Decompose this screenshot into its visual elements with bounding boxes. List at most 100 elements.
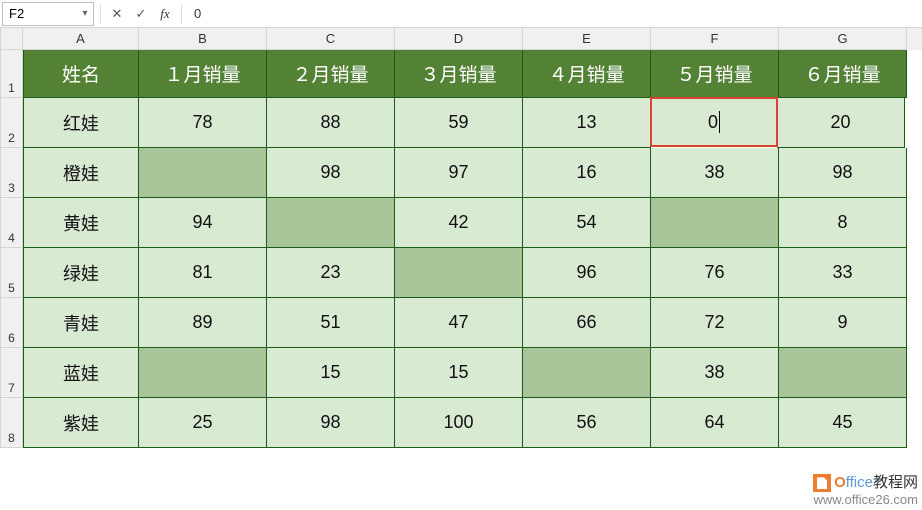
column-header-f[interactable]: F — [651, 28, 779, 50]
cell-f2[interactable]: 0 — [650, 97, 778, 147]
row-header-6[interactable]: 6 — [1, 298, 23, 348]
confirm-button[interactable]: ✓ — [129, 6, 153, 22]
editing-value: 0 — [708, 112, 718, 133]
cell-c7[interactable]: 15 — [267, 348, 395, 398]
cell-g3[interactable]: 98 — [779, 148, 907, 198]
cell-e4[interactable]: 54 — [523, 198, 651, 248]
cell-b6[interactable]: 89 — [139, 298, 267, 348]
cell-d1[interactable]: ３月销量 — [395, 50, 523, 98]
cell-g8[interactable]: 45 — [779, 398, 907, 448]
cell-b5[interactable]: 81 — [139, 248, 267, 298]
watermark-brand-rest: ffice — [846, 474, 873, 491]
cell-e3[interactable]: 16 — [523, 148, 651, 198]
cell-d2[interactable]: 59 — [395, 98, 523, 148]
column-header-b[interactable]: B — [139, 28, 267, 50]
cell-e1[interactable]: ４月销量 — [523, 50, 651, 98]
cell-b8[interactable]: 25 — [139, 398, 267, 448]
cell-d3[interactable]: 97 — [395, 148, 523, 198]
column-header-g[interactable]: G — [779, 28, 907, 50]
watermark-brand-cn: 教程网 — [873, 474, 918, 491]
cell-a2[interactable]: 红娃 — [23, 98, 139, 148]
cell-d6[interactable]: 47 — [395, 298, 523, 348]
cell-a6[interactable]: 青娃 — [23, 298, 139, 348]
cell-f7[interactable]: 38 — [651, 348, 779, 398]
row-header-4[interactable]: 4 — [1, 198, 23, 248]
name-box[interactable]: F2 ▾ — [2, 2, 94, 26]
cell-e5[interactable]: 96 — [523, 248, 651, 298]
cell-g2[interactable]: 20 — [777, 98, 905, 148]
cell-g6[interactable]: 9 — [779, 298, 907, 348]
cell-c4[interactable] — [267, 198, 395, 248]
cell-a3[interactable]: 橙娃 — [23, 148, 139, 198]
cell-d7[interactable]: 15 — [395, 348, 523, 398]
column-header-a[interactable]: A — [23, 28, 139, 50]
cell-d5[interactable] — [395, 248, 523, 298]
watermark: Office教程网 www.office26.com — [813, 474, 918, 508]
table-row: 6青娃89514766729 — [1, 298, 922, 348]
cell-a8[interactable]: 紫娃 — [23, 398, 139, 448]
cell-g5[interactable]: 33 — [779, 248, 907, 298]
formula-input[interactable]: 0 — [186, 6, 922, 21]
table-row: 7蓝娃 1515 38 — [1, 348, 922, 398]
table-row: 8紫娃2598100566445 — [1, 398, 922, 448]
separator — [100, 4, 101, 24]
cell-a4[interactable]: 黄娃 — [23, 198, 139, 248]
office-icon — [813, 474, 831, 492]
cell-e7[interactable] — [523, 348, 651, 398]
formula-bar: F2 ▾ ✕ ✓ fx 0 — [0, 0, 922, 28]
column-header-e[interactable]: E — [523, 28, 651, 50]
row-header-8[interactable]: 8 — [1, 398, 23, 448]
name-box-text: F2 — [3, 6, 77, 21]
table-row: 4黄娃94 4254 8 — [1, 198, 922, 248]
cell-b3[interactable] — [139, 148, 267, 198]
cell-f4[interactable] — [651, 198, 779, 248]
cell-g7[interactable] — [779, 348, 907, 398]
column-header-c[interactable]: C — [267, 28, 395, 50]
select-all-corner[interactable] — [1, 28, 23, 50]
text-cursor — [719, 111, 720, 133]
cell-e6[interactable]: 66 — [523, 298, 651, 348]
cell-c1[interactable]: ２月销量 — [267, 50, 395, 98]
column-header-d[interactable]: D — [395, 28, 523, 50]
table-header-row: 1 姓名 １月销量 ２月销量 ３月销量 ４月销量 ５月销量 ６月销量 — [1, 50, 922, 98]
cell-c3[interactable]: 98 — [267, 148, 395, 198]
table-row: 3橙娃9897163898 — [1, 148, 922, 198]
cell-a5[interactable]: 绿娃 — [23, 248, 139, 298]
watermark-brand-o: O — [834, 474, 846, 491]
cell-c6[interactable]: 51 — [267, 298, 395, 348]
row-header-3[interactable]: 3 — [1, 148, 23, 198]
cell-b4[interactable]: 94 — [139, 198, 267, 248]
column-headers: A B C D E F G — [1, 28, 922, 50]
cell-g1[interactable]: ６月销量 — [779, 50, 907, 98]
row-header-1[interactable]: 1 — [1, 50, 23, 98]
cell-a7[interactable]: 蓝娃 — [23, 348, 139, 398]
cell-a1[interactable]: 姓名 — [23, 50, 139, 98]
cell-b1[interactable]: １月销量 — [139, 50, 267, 98]
cell-e8[interactable]: 56 — [523, 398, 651, 448]
spreadsheet-grid: A B C D E F G 1 姓名 １月销量 ２月销量 ３月销量 ４月销量 ５… — [0, 28, 922, 448]
cancel-button[interactable]: ✕ — [105, 6, 129, 22]
dropdown-icon[interactable]: ▾ — [77, 8, 93, 19]
watermark-url: www.office26.com — [813, 492, 918, 508]
cell-e2[interactable]: 13 — [523, 98, 651, 148]
cell-f3[interactable]: 38 — [651, 148, 779, 198]
cell-b7[interactable] — [139, 348, 267, 398]
separator — [181, 4, 182, 24]
row-header-2[interactable]: 2 — [1, 98, 23, 148]
table-row: 5绿娃8123 967633 — [1, 248, 922, 298]
cell-f8[interactable]: 64 — [651, 398, 779, 448]
cell-f6[interactable]: 72 — [651, 298, 779, 348]
cell-c8[interactable]: 98 — [267, 398, 395, 448]
cell-f1[interactable]: ５月销量 — [651, 50, 779, 98]
table-row: 2红娃78885913 0 20 — [1, 98, 922, 148]
cell-b2[interactable]: 78 — [139, 98, 267, 148]
cell-g4[interactable]: 8 — [779, 198, 907, 248]
cell-c5[interactable]: 23 — [267, 248, 395, 298]
cell-d8[interactable]: 100 — [395, 398, 523, 448]
cell-d4[interactable]: 42 — [395, 198, 523, 248]
row-header-5[interactable]: 5 — [1, 248, 23, 298]
row-header-7[interactable]: 7 — [1, 348, 23, 398]
cell-c2[interactable]: 88 — [267, 98, 395, 148]
cell-f5[interactable]: 76 — [651, 248, 779, 298]
fx-button[interactable]: fx — [153, 6, 177, 22]
